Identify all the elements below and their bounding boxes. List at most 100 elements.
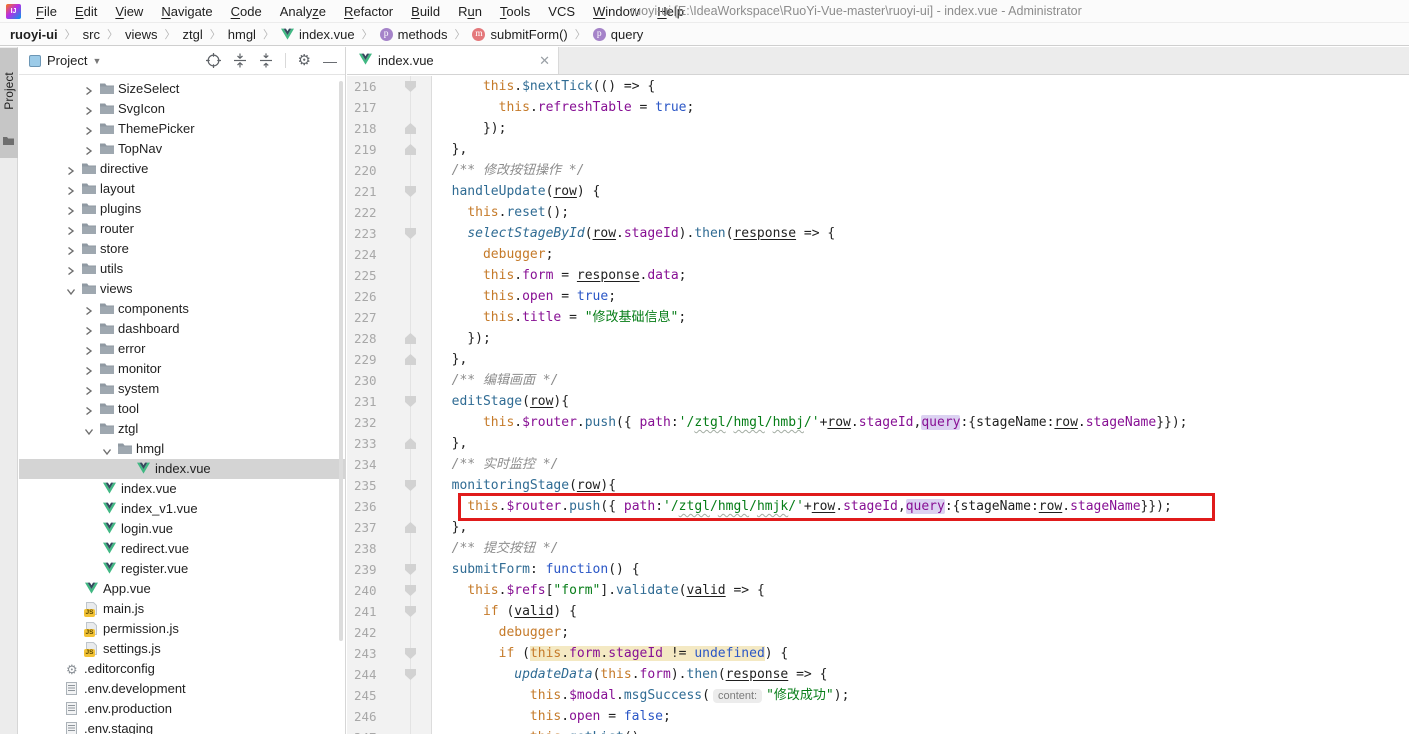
code-line-226[interactable]: 226 this.open = true; <box>347 286 1409 307</box>
chevron-right-icon[interactable] <box>84 324 93 339</box>
fold-marker-icon[interactable] <box>405 81 416 92</box>
chevron-right-icon[interactable] <box>84 144 93 159</box>
tree-item-router[interactable]: router <box>19 219 345 239</box>
breadcrumb-item-query[interactable]: pquery <box>593 27 644 42</box>
tree-item-monitor[interactable]: monitor <box>19 359 345 379</box>
code-line-243[interactable]: 243 if (this.form.stageId != undefined) … <box>347 643 1409 664</box>
code-line-221[interactable]: 221 handleUpdate(row) { <box>347 181 1409 202</box>
code-line-224[interactable]: 224 debugger; <box>347 244 1409 265</box>
breadcrumb-item-ruoyi-ui[interactable]: ruoyi-ui <box>10 27 58 42</box>
tree-item-redirect-vue[interactable]: redirect.vue <box>19 539 345 559</box>
menu-edit[interactable]: Edit <box>66 1 106 22</box>
tree-item-directive[interactable]: directive <box>19 159 345 179</box>
tree-item-utils[interactable]: utils <box>19 259 345 279</box>
fold-marker-icon[interactable] <box>405 354 416 365</box>
tree-scrollbar[interactable] <box>339 81 343 641</box>
tree-item-sizeselect[interactable]: SizeSelect <box>19 79 345 99</box>
editor-tab-indexvue[interactable]: index.vue ✕ <box>347 47 559 74</box>
fold-marker-icon[interactable] <box>405 585 416 596</box>
tree-item-index-vue[interactable]: index.vue <box>19 459 345 479</box>
tree-item-plugins[interactable]: plugins <box>19 199 345 219</box>
chevron-right-icon[interactable] <box>66 264 75 279</box>
tree-item-system[interactable]: system <box>19 379 345 399</box>
tree-item-login-vue[interactable]: login.vue <box>19 519 345 539</box>
chevron-right-icon[interactable] <box>84 304 93 319</box>
code-line-219[interactable]: 219 }, <box>347 139 1409 160</box>
tree-item-views[interactable]: views <box>19 279 345 299</box>
code-line-227[interactable]: 227 this.title = "修改基础信息"; <box>347 307 1409 328</box>
fold-marker-icon[interactable] <box>405 522 416 533</box>
chevron-right-icon[interactable] <box>84 364 93 379</box>
menu-tools[interactable]: Tools <box>491 1 539 22</box>
tree-item-index-v1-vue[interactable]: index_v1.vue <box>19 499 345 519</box>
breadcrumb-item-views[interactable]: views <box>125 27 158 42</box>
fold-marker-icon[interactable] <box>405 648 416 659</box>
code-line-229[interactable]: 229 }, <box>347 349 1409 370</box>
tree-item--env-development[interactable]: .env.development <box>19 679 345 699</box>
tree-item-register-vue[interactable]: register.vue <box>19 559 345 579</box>
menu-run[interactable]: Run <box>449 1 491 22</box>
breadcrumb-item-submitform-[interactable]: msubmitForm() <box>472 27 567 42</box>
code-line-244[interactable]: 244 updateData(this.form).then(response … <box>347 664 1409 685</box>
menu-build[interactable]: Build <box>402 1 449 22</box>
breadcrumb-item-hmgl[interactable]: hmgl <box>228 27 256 42</box>
chevron-right-icon[interactable] <box>84 344 93 359</box>
project-tool-window-tab[interactable]: Project <box>0 48 18 158</box>
fold-marker-icon[interactable] <box>405 438 416 449</box>
code-line-241[interactable]: 241 if (valid) { <box>347 601 1409 622</box>
chevron-right-icon[interactable] <box>66 204 75 219</box>
code-line-238[interactable]: 238 /** 提交按钮 */ <box>347 538 1409 559</box>
chevron-right-icon[interactable] <box>84 384 93 399</box>
chevron-right-icon[interactable] <box>84 404 93 419</box>
tree-item-app-vue[interactable]: App.vue <box>19 579 345 599</box>
tree-item-ztgl[interactable]: ztgl <box>19 419 345 439</box>
fold-marker-icon[interactable] <box>405 606 416 617</box>
code-line-218[interactable]: 218 }); <box>347 118 1409 139</box>
settings-icon[interactable]: ⚙ <box>298 53 311 68</box>
menu-refactor[interactable]: Refactor <box>335 1 402 22</box>
chevron-right-icon[interactable] <box>66 224 75 239</box>
fold-marker-icon[interactable] <box>405 186 416 197</box>
menu-navigate[interactable]: Navigate <box>152 1 221 22</box>
fold-marker-icon[interactable] <box>405 669 416 680</box>
code-line-223[interactable]: 223 selectStageById(row.stageId).then(re… <box>347 223 1409 244</box>
breadcrumb-item-src[interactable]: src <box>83 27 100 42</box>
code-line-246[interactable]: 246 this.open = false; <box>347 706 1409 727</box>
chevron-right-icon[interactable] <box>84 104 93 119</box>
code-editor[interactable]: 216 this.$nextTick(() => {217 this.refre… <box>347 76 1409 734</box>
code-line-245[interactable]: 245 this.$modal.msgSuccess(content:"修改成功… <box>347 685 1409 706</box>
tree-item-index-vue[interactable]: index.vue <box>19 479 345 499</box>
breadcrumb-item-methods[interactable]: pmethods <box>380 27 448 42</box>
menu-vcs[interactable]: VCS <box>539 1 584 22</box>
fold-marker-icon[interactable] <box>405 228 416 239</box>
tree-item-tool[interactable]: tool <box>19 399 345 419</box>
chevron-right-icon[interactable] <box>66 184 75 199</box>
chevron-down-icon[interactable]: ▼ <box>92 56 101 66</box>
tree-item-error[interactable]: error <box>19 339 345 359</box>
fold-marker-icon[interactable] <box>405 396 416 407</box>
tree-item--env-staging[interactable]: .env.staging <box>19 719 345 734</box>
code-line-247[interactable]: 247 this.getList(); <box>347 727 1409 734</box>
chevron-down-icon[interactable] <box>66 284 76 299</box>
code-line-239[interactable]: 239 submitForm: function() { <box>347 559 1409 580</box>
code-line-242[interactable]: 242 debugger; <box>347 622 1409 643</box>
tree-item--editorconfig[interactable]: ⚙.editorconfig <box>19 659 345 679</box>
chevron-right-icon[interactable] <box>66 164 75 179</box>
fold-marker-icon[interactable] <box>405 123 416 134</box>
code-line-231[interactable]: 231 editStage(row){ <box>347 391 1409 412</box>
code-line-222[interactable]: 222 this.reset(); <box>347 202 1409 223</box>
tree-item-store[interactable]: store <box>19 239 345 259</box>
code-line-217[interactable]: 217 this.refreshTable = true; <box>347 97 1409 118</box>
chevron-down-icon[interactable] <box>84 424 94 439</box>
chevron-right-icon[interactable] <box>84 124 93 139</box>
menu-file[interactable]: File <box>27 1 66 22</box>
hide-icon[interactable]: — <box>323 54 337 68</box>
breadcrumb-item-ztgl[interactable]: ztgl <box>183 27 203 42</box>
code-line-234[interactable]: 234 /** 实时监控 */ <box>347 454 1409 475</box>
expand-all-icon[interactable] <box>233 53 247 68</box>
chevron-down-icon[interactable] <box>102 444 112 459</box>
code-line-228[interactable]: 228 }); <box>347 328 1409 349</box>
menu-analyze[interactable]: Analyze <box>271 1 335 22</box>
chevron-right-icon[interactable] <box>84 84 93 99</box>
chevron-right-icon[interactable] <box>66 244 75 259</box>
